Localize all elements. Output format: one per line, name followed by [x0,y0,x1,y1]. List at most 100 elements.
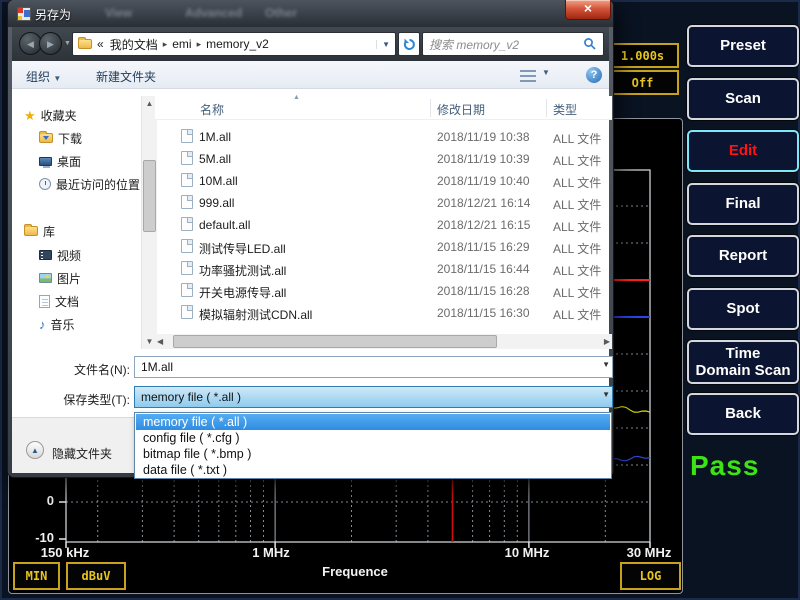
folder-icon [78,39,92,49]
nav-history-chevron-icon[interactable]: ▼ [64,40,71,47]
sidebar-item-favorites[interactable]: ★ 收藏夹 [24,106,77,124]
hide-folders-button[interactable]: ▲ [26,441,44,459]
sidebar-item-desktop[interactable]: 桌面 [39,152,81,170]
sidebar-item-pictures[interactable]: 图片 [39,269,81,287]
x-tick-30mhz: 30 MHz [614,545,684,560]
hide-folders-label[interactable]: 隐藏文件夹 [52,445,112,462]
detector-readout: MIN [13,562,60,590]
column-header-date[interactable]: 修改日期 [437,101,485,118]
y-tick-0: 0 [28,493,54,508]
save-as-dialog: 另存为 View Advanced Other × ◀ ▶ ▼ « 我的文档 ▸… [8,0,613,477]
address-box[interactable]: « 我的文档 ▸ emi ▸ memory_v2 ▼ [72,32,396,56]
scale-readout: LOG [620,562,681,590]
new-folder-button[interactable]: 新建文件夹 [96,68,156,85]
breadcrumb-collapse[interactable]: « [96,37,105,51]
file-row[interactable]: default.all 2018/12/21 16:15 ALL 文件 [155,214,612,236]
command-bar: 组织 ▼ 新建文件夹 ▼ ? [12,61,609,89]
documents-icon [39,295,50,308]
preset-button[interactable]: Preset [687,25,799,67]
filename-label: 文件名(N): [22,361,130,378]
dropdown-option-config[interactable]: config file ( *.cfg ) [136,430,610,446]
x-axis-label: Frequence [295,564,415,579]
file-row[interactable]: 功率骚扰测试.all 2018/11/15 16:44 ALL 文件 [155,258,612,280]
file-icon [181,129,193,143]
filename-combobox[interactable]: 1M.all ▼ [134,356,613,378]
search-icon[interactable] [583,37,597,51]
savetype-dropdown-list: memory file ( *.all ) config file ( *.cf… [134,412,612,479]
address-dropdown-chevron-icon[interactable]: ▼ [376,40,390,49]
sidebar-item-documents[interactable]: 文档 [39,292,79,310]
back-button[interactable]: Back [687,393,799,435]
file-icon [181,217,193,231]
dropdown-option-memory[interactable]: memory file ( *.all ) [136,414,610,430]
file-icon [181,239,193,253]
dialog-titlebar[interactable]: 另存为 View Advanced Other × [8,0,613,27]
scan-button[interactable]: Scan [687,78,799,120]
address-bar: ◀ ▶ ▼ « 我的文档 ▸ emi ▸ memory_v2 ▼ 搜索 memo [12,27,609,61]
file-row[interactable]: 5M.all 2018/11/19 10:39 ALL 文件 [155,148,612,170]
dialog-icon [17,7,31,21]
column-separator[interactable] [546,99,547,117]
sidebar-item-recent-places[interactable]: 最近访问的位置 [39,175,140,193]
breadcrumb-chevron-icon: ▸ [197,39,202,50]
chevron-down-icon: ▼ [53,74,61,83]
edit-button[interactable]: Edit [687,130,799,172]
x-tick-1mhz: 1 MHz [236,545,306,560]
file-list: 1M.all 2018/11/19 10:38 ALL 文件 5M.all 20… [155,122,612,332]
music-icon: ♪ [39,318,46,331]
organize-menu[interactable]: 组织 ▼ [26,68,61,85]
views-chevron-icon[interactable]: ▼ [542,68,550,77]
file-row[interactable]: 模拟辐射测试CDN.all 2018/11/15 16:30 ALL 文件 [155,302,612,324]
sidebar-item-downloads[interactable]: 下载 [39,129,82,147]
chevron-down-icon[interactable]: ▼ [602,390,610,399]
dropdown-option-bitmap[interactable]: bitmap file ( *.bmp ) [136,446,610,462]
file-row[interactable]: 999.all 2018/12/21 16:14 ALL 文件 [155,192,612,214]
chevron-down-icon[interactable]: ▼ [602,360,610,369]
scroll-right-button[interactable]: ▶ [604,337,610,346]
dropdown-option-data[interactable]: data file ( *.txt ) [136,462,610,478]
sweep-time-readout: 1.000s [606,43,679,68]
search-box[interactable]: 搜索 memory_v2 [422,32,604,56]
forward-nav-button[interactable]: ▶ [39,32,62,55]
horizontal-scrollbar[interactable]: ◀ ▶ [155,334,612,349]
file-row[interactable]: 开关电源传导.all 2018/11/15 16:28 ALL 文件 [155,280,612,302]
library-folder-icon [24,226,38,236]
file-icon [181,305,193,319]
spot-button[interactable]: Spot [687,288,799,330]
views-icon[interactable] [520,70,536,82]
column-separator[interactable] [430,99,431,117]
download-folder-icon [39,133,53,143]
column-header-type[interactable]: 类型 [553,101,577,118]
breadcrumb-emi[interactable]: emi [171,37,192,51]
x-tick-150khz: 150 kHz [30,545,100,560]
column-header-name[interactable]: 名称 [200,101,224,118]
sidebar-item-videos[interactable]: 视频 [39,246,81,264]
file-icon [181,173,193,187]
savetype-combobox[interactable]: memory file ( *.all ) ▼ [134,386,613,408]
sidebar-item-music[interactable]: ♪ 音乐 [39,315,75,333]
refresh-button[interactable] [398,32,420,56]
file-row[interactable]: 1M.all 2018/11/19 10:38 ALL 文件 [155,126,612,148]
final-button[interactable]: Final [687,183,799,225]
file-row[interactable]: 测试传导LED.all 2018/11/15 16:29 ALL 文件 [155,236,612,258]
x-tick-10mhz: 10 MHz [490,545,564,560]
file-icon [181,195,193,209]
sidebar-item-libraries[interactable]: 库 [24,222,55,240]
sort-ascending-icon[interactable]: ▲ [293,94,300,101]
horizontal-scroll-thumb[interactable] [173,335,497,348]
report-button[interactable]: Report [687,235,799,277]
breadcrumb-my-documents[interactable]: 我的文档 [109,36,159,53]
file-icon [181,151,193,165]
desktop-icon [39,157,52,166]
video-icon [39,250,52,260]
help-icon[interactable]: ? [586,67,602,83]
time-domain-scan-button[interactable]: Time Domain Scan [687,340,799,384]
ghost-menu-view: View [105,6,132,20]
file-icon [181,261,193,275]
pictures-icon [39,273,52,283]
close-button[interactable]: × [565,0,611,20]
unit-readout: dBuV [66,562,126,590]
scroll-left-button[interactable]: ◀ [157,337,163,346]
breadcrumb-memory-v2[interactable]: memory_v2 [205,37,270,51]
file-row[interactable]: 10M.all 2018/11/19 10:40 ALL 文件 [155,170,612,192]
